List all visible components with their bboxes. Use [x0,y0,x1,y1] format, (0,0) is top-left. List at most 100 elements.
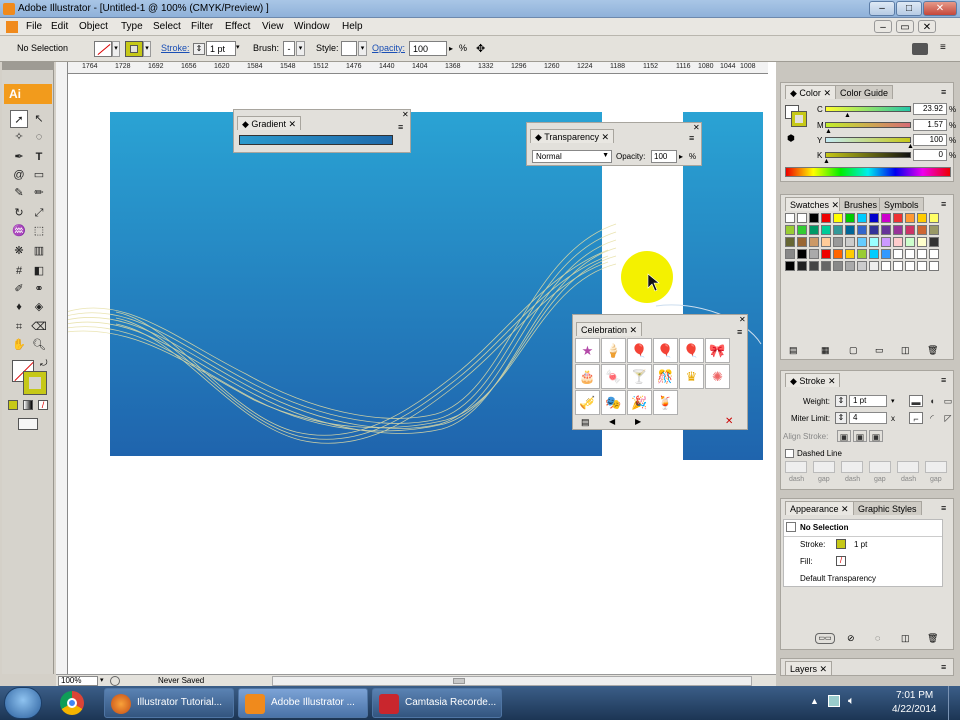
menu-type[interactable]: Type [121,21,143,32]
swatch[interactable] [857,225,867,235]
appearance-fill-swatch[interactable]: / [836,556,846,566]
brushes-tab[interactable]: Brushes [839,197,883,211]
out-of-gamut-icon[interactable]: ⬢ [787,133,795,144]
add-new-stroke-icon[interactable]: ▭▭ [815,633,835,644]
gap-field-1[interactable] [813,461,835,473]
stroke-swatch[interactable] [125,41,143,57]
gradient-tab[interactable]: ◆ Gradient ✕ [237,116,301,130]
recolor-icon[interactable]: ✥ [476,42,490,56]
swatch[interactable] [869,249,879,259]
symbol-horn[interactable]: 🎺 [575,390,600,415]
doc-minimize-button[interactable]: – [874,20,892,33]
blend-tool-icon[interactable]: ⚭ [30,280,48,298]
swatch[interactable] [905,213,915,223]
swatch[interactable] [881,261,891,271]
graphic-styles-tab[interactable]: Graphic Styles [853,501,922,515]
scroll-thumb[interactable] [453,678,465,684]
swatch[interactable] [821,225,831,235]
swatch[interactable] [869,213,879,223]
yellow-slider[interactable] [825,137,911,143]
swatch[interactable] [785,249,795,259]
menu-view[interactable]: View [262,21,284,32]
clear-appearance-icon[interactable]: ⊘ [847,633,855,644]
swatch[interactable] [893,225,903,235]
appearance-stroke-swatch[interactable] [836,539,846,549]
color-mode-button[interactable] [8,400,18,410]
panel-menu-icon[interactable]: ≡ [941,199,946,209]
network-icon[interactable] [828,695,840,707]
weight-stepper[interactable]: ⇕ [835,395,847,407]
swatch[interactable] [905,237,915,247]
black-slider-handle[interactable]: ▲ [823,158,830,165]
swatch[interactable] [785,237,795,247]
free-transform-tool-icon[interactable]: ⬚ [30,222,48,240]
swatch[interactable] [821,237,831,247]
appearance-transparency[interactable]: Default Transparency [800,574,876,583]
symbol-party-hat[interactable]: 🎉 [627,390,652,415]
symbol-balloon-small[interactable]: 🎈 [653,338,678,363]
gradient-panel-close[interactable]: ✕ [402,110,409,119]
symbol-ice-cream[interactable]: 🍦 [601,338,626,363]
swatch[interactable] [905,225,915,235]
swatch[interactable] [905,261,915,271]
color-guide-tab[interactable]: Color Guide [835,85,894,99]
menu-object[interactable]: Object [79,21,108,32]
swatch[interactable] [785,213,795,223]
transparency-opacity-field[interactable]: 100 [651,150,677,163]
rectangle-tool-icon[interactable]: ▭ [30,166,48,184]
screen-mode-button[interactable] [18,418,38,430]
chrome-icon[interactable] [60,691,84,715]
symbol-candy[interactable]: 🍬 [601,364,626,389]
next-library-icon[interactable]: ▶ [635,417,641,426]
swatch[interactable] [833,249,843,259]
gradient-tool-icon[interactable]: ◧ [30,262,48,280]
butt-cap-icon[interactable]: ▬ [909,395,923,407]
brush-dropdown[interactable]: ▾ [296,41,305,56]
previous-library-icon[interactable]: ◀ [609,417,615,426]
swatch[interactable] [917,225,927,235]
swatch[interactable] [869,225,879,235]
menu-help[interactable]: Help [342,21,363,32]
document-setup-icon[interactable] [912,43,928,55]
swatch[interactable] [917,237,927,247]
panel-menu-icon[interactable]: ≡ [398,122,403,132]
spiral-tool-icon[interactable]: @ [10,166,28,184]
swatch[interactable] [845,249,855,259]
symbol-star[interactable]: ★ [575,338,600,363]
swatch[interactable] [893,261,903,271]
magenta-slider[interactable] [825,122,911,128]
symbol-balloons[interactable]: 🎈 [679,338,704,363]
swatch[interactable] [857,249,867,259]
celebration-tab[interactable]: Celebration ✕ [576,322,643,336]
swatch[interactable] [929,249,939,259]
black-field[interactable]: 0 [913,149,947,161]
menu-window[interactable]: Window [294,21,330,32]
swatch[interactable] [917,213,927,223]
symbol-firework[interactable]: ✺ [705,364,730,389]
symbol-confetti[interactable]: 🎊 [653,364,678,389]
swatch[interactable] [797,249,807,259]
opacity-field[interactable]: 100 [409,41,447,56]
eyedropper-tool-icon[interactable]: ✐ [10,280,28,298]
menu-file[interactable]: File [26,21,42,32]
appearance-stroke-label[interactable]: Stroke: [800,540,825,549]
swatch[interactable] [845,225,855,235]
swatch[interactable] [797,261,807,271]
miter-join-icon[interactable]: ⌐ [909,412,923,424]
panel-menu-icon[interactable]: ≡ [737,327,742,337]
symbol-libraries-icon[interactable]: ▤ [581,417,590,428]
symbol-drink[interactable]: 🍹 [653,390,678,415]
color-spectrum[interactable] [785,167,951,177]
swatch[interactable] [929,237,939,247]
fill-swatch[interactable] [94,41,112,57]
swatch[interactable] [797,225,807,235]
swatch[interactable] [869,261,879,271]
live-paint-tool-icon[interactable]: ♦ [10,298,28,316]
swatch[interactable] [809,213,819,223]
tray-arrow-icon[interactable]: ▲ [810,696,819,706]
swatch[interactable] [881,225,891,235]
panel-menu-icon[interactable]: ≡ [941,375,946,385]
swatches-tab[interactable]: Swatches ✕ [785,197,845,211]
panel-menu-icon[interactable]: ≡ [689,133,694,143]
swatch[interactable] [821,261,831,271]
